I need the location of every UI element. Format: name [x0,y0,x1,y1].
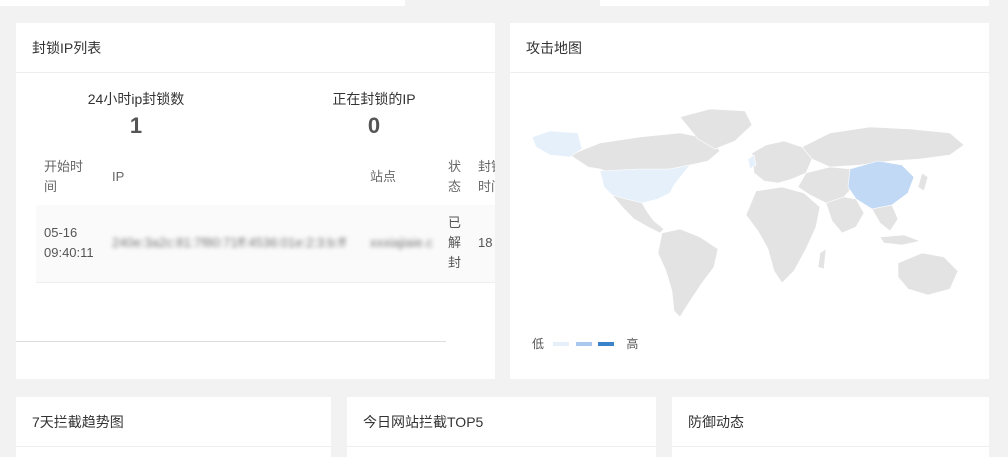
world-map[interactable] [530,103,970,333]
stat-current-value: 0 [367,113,381,138]
legend-swatch-mid [575,341,592,346]
map-region-australia[interactable] [897,252,959,296]
legend-swatch-high [598,341,615,346]
row-ip: 240e:3a2c:81:7f80:71ff:4536:01e:2:3:b:ff [112,235,346,250]
row-block-time: 18 [478,235,493,250]
top-left-card [0,0,405,6]
col-ip[interactable]: IP [112,167,124,187]
map-legend: 低 高 [532,335,638,352]
row-status: 已解封 [448,215,462,270]
table-row[interactable]: 05-16 09:40:11 240e:3a2c:81:7f80:71ff:45… [36,205,495,283]
top5-title: 今日网站拦截TOP5 [347,397,656,447]
map-region-indonesia[interactable] [879,234,922,246]
col-status[interactable]: 状态 [448,157,462,197]
row-site: xxxiajiaie.cn [370,235,432,250]
map-region-usa[interactable] [599,164,691,204]
stat-24h-value: 1 [129,113,143,138]
legend-high-label: 高 [626,337,639,351]
block-stats: 24小时ip封锁数 1 正在封锁的IP 0 [16,73,495,153]
col-block-time[interactable]: 封锁时间 [478,157,495,197]
top5-card: 今日网站拦截TOP5 [347,397,656,457]
trend-title: 7天拦截趋势图 [16,397,331,447]
defense-title: 防御动态 [672,397,989,447]
map-region-south-america[interactable] [657,228,719,318]
attack-map-title: 攻击地图 [510,23,989,73]
block-ip-card: 封锁IP列表 24小时ip封锁数 1 正在封锁的IP 0 开始时间 IP 站点 … [16,23,495,379]
attack-map-card: 攻击地图 低 高 [510,23,989,379]
legend-low-label: 低 [532,337,545,351]
top-right-card [600,0,989,6]
stat-current-blocks: 正在封锁的IP 0 [274,89,474,139]
col-site[interactable]: 站点 [370,167,396,187]
stat-current-label: 正在封锁的IP [332,91,416,107]
map-region-canada[interactable] [569,132,721,174]
stat-24h-label: 24小时ip封锁数 [87,91,185,107]
row-start-time: 05-16 09:40:11 [44,225,94,260]
stat-24h-blocks: 24小时ip封锁数 1 [36,89,236,139]
map-region-madagascar[interactable] [817,248,827,270]
table-header: 开始时间 IP 站点 状态 封锁时间 [36,153,495,206]
map-region-japan[interactable] [917,172,929,192]
block-ip-title: 封锁IP列表 [16,23,495,73]
table-scrollbar-line[interactable] [16,341,446,342]
defense-card: 防御动态 [672,397,989,457]
map-region-alaska[interactable] [531,130,583,158]
legend-swatch-low [553,341,570,346]
col-start-time[interactable]: 开始时间 [44,157,92,197]
trend-card: 7天拦截趋势图 [16,397,331,457]
map-region-russia[interactable] [801,126,965,168]
map-region-africa[interactable] [745,186,821,284]
